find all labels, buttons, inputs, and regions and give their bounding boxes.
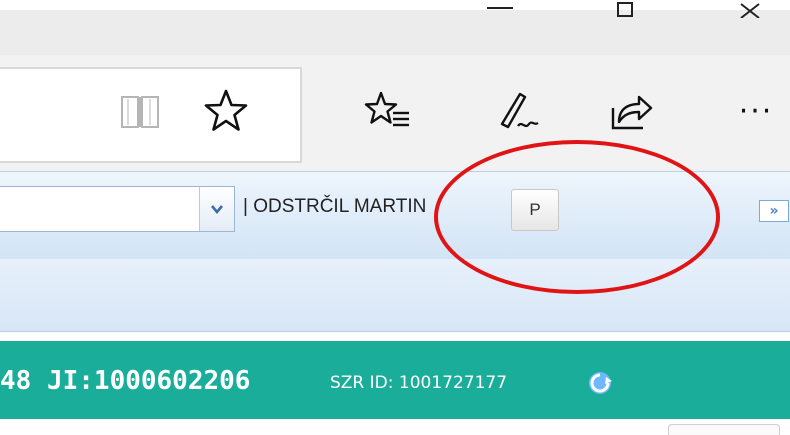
star-icon[interactable]	[196, 81, 256, 141]
browser-toolbar: ···	[0, 55, 790, 171]
expand-icon[interactable]: »	[759, 200, 789, 222]
tab-stub[interactable]	[668, 424, 780, 435]
szr-id: SZR ID: 1001727177	[330, 373, 508, 393]
restore-icon[interactable]	[595, 0, 655, 20]
chevron-down-icon[interactable]	[199, 187, 234, 231]
share-icon[interactable]	[600, 81, 660, 141]
minimize-icon[interactable]	[470, 0, 530, 20]
ji-identifier: 48 JI:1000602206	[0, 366, 251, 396]
workplace-select[interactable]	[0, 186, 235, 232]
pen-icon[interactable]	[487, 81, 547, 141]
user-name-label: | ODSTRČIL MARTIN	[243, 196, 427, 217]
refresh-icon[interactable]	[586, 369, 614, 397]
book-icon[interactable]	[110, 81, 170, 141]
more-icon[interactable]: ···	[722, 81, 790, 141]
favorites-icon[interactable]	[358, 81, 418, 141]
patient-status-bar: 48 JI:1000602206 SZR ID: 1001727177	[0, 341, 790, 419]
titlebar-shade	[0, 10, 790, 55]
highlight-ellipse	[434, 140, 720, 294]
close-icon[interactable]	[720, 0, 780, 20]
window-titlebar	[0, 0, 790, 55]
